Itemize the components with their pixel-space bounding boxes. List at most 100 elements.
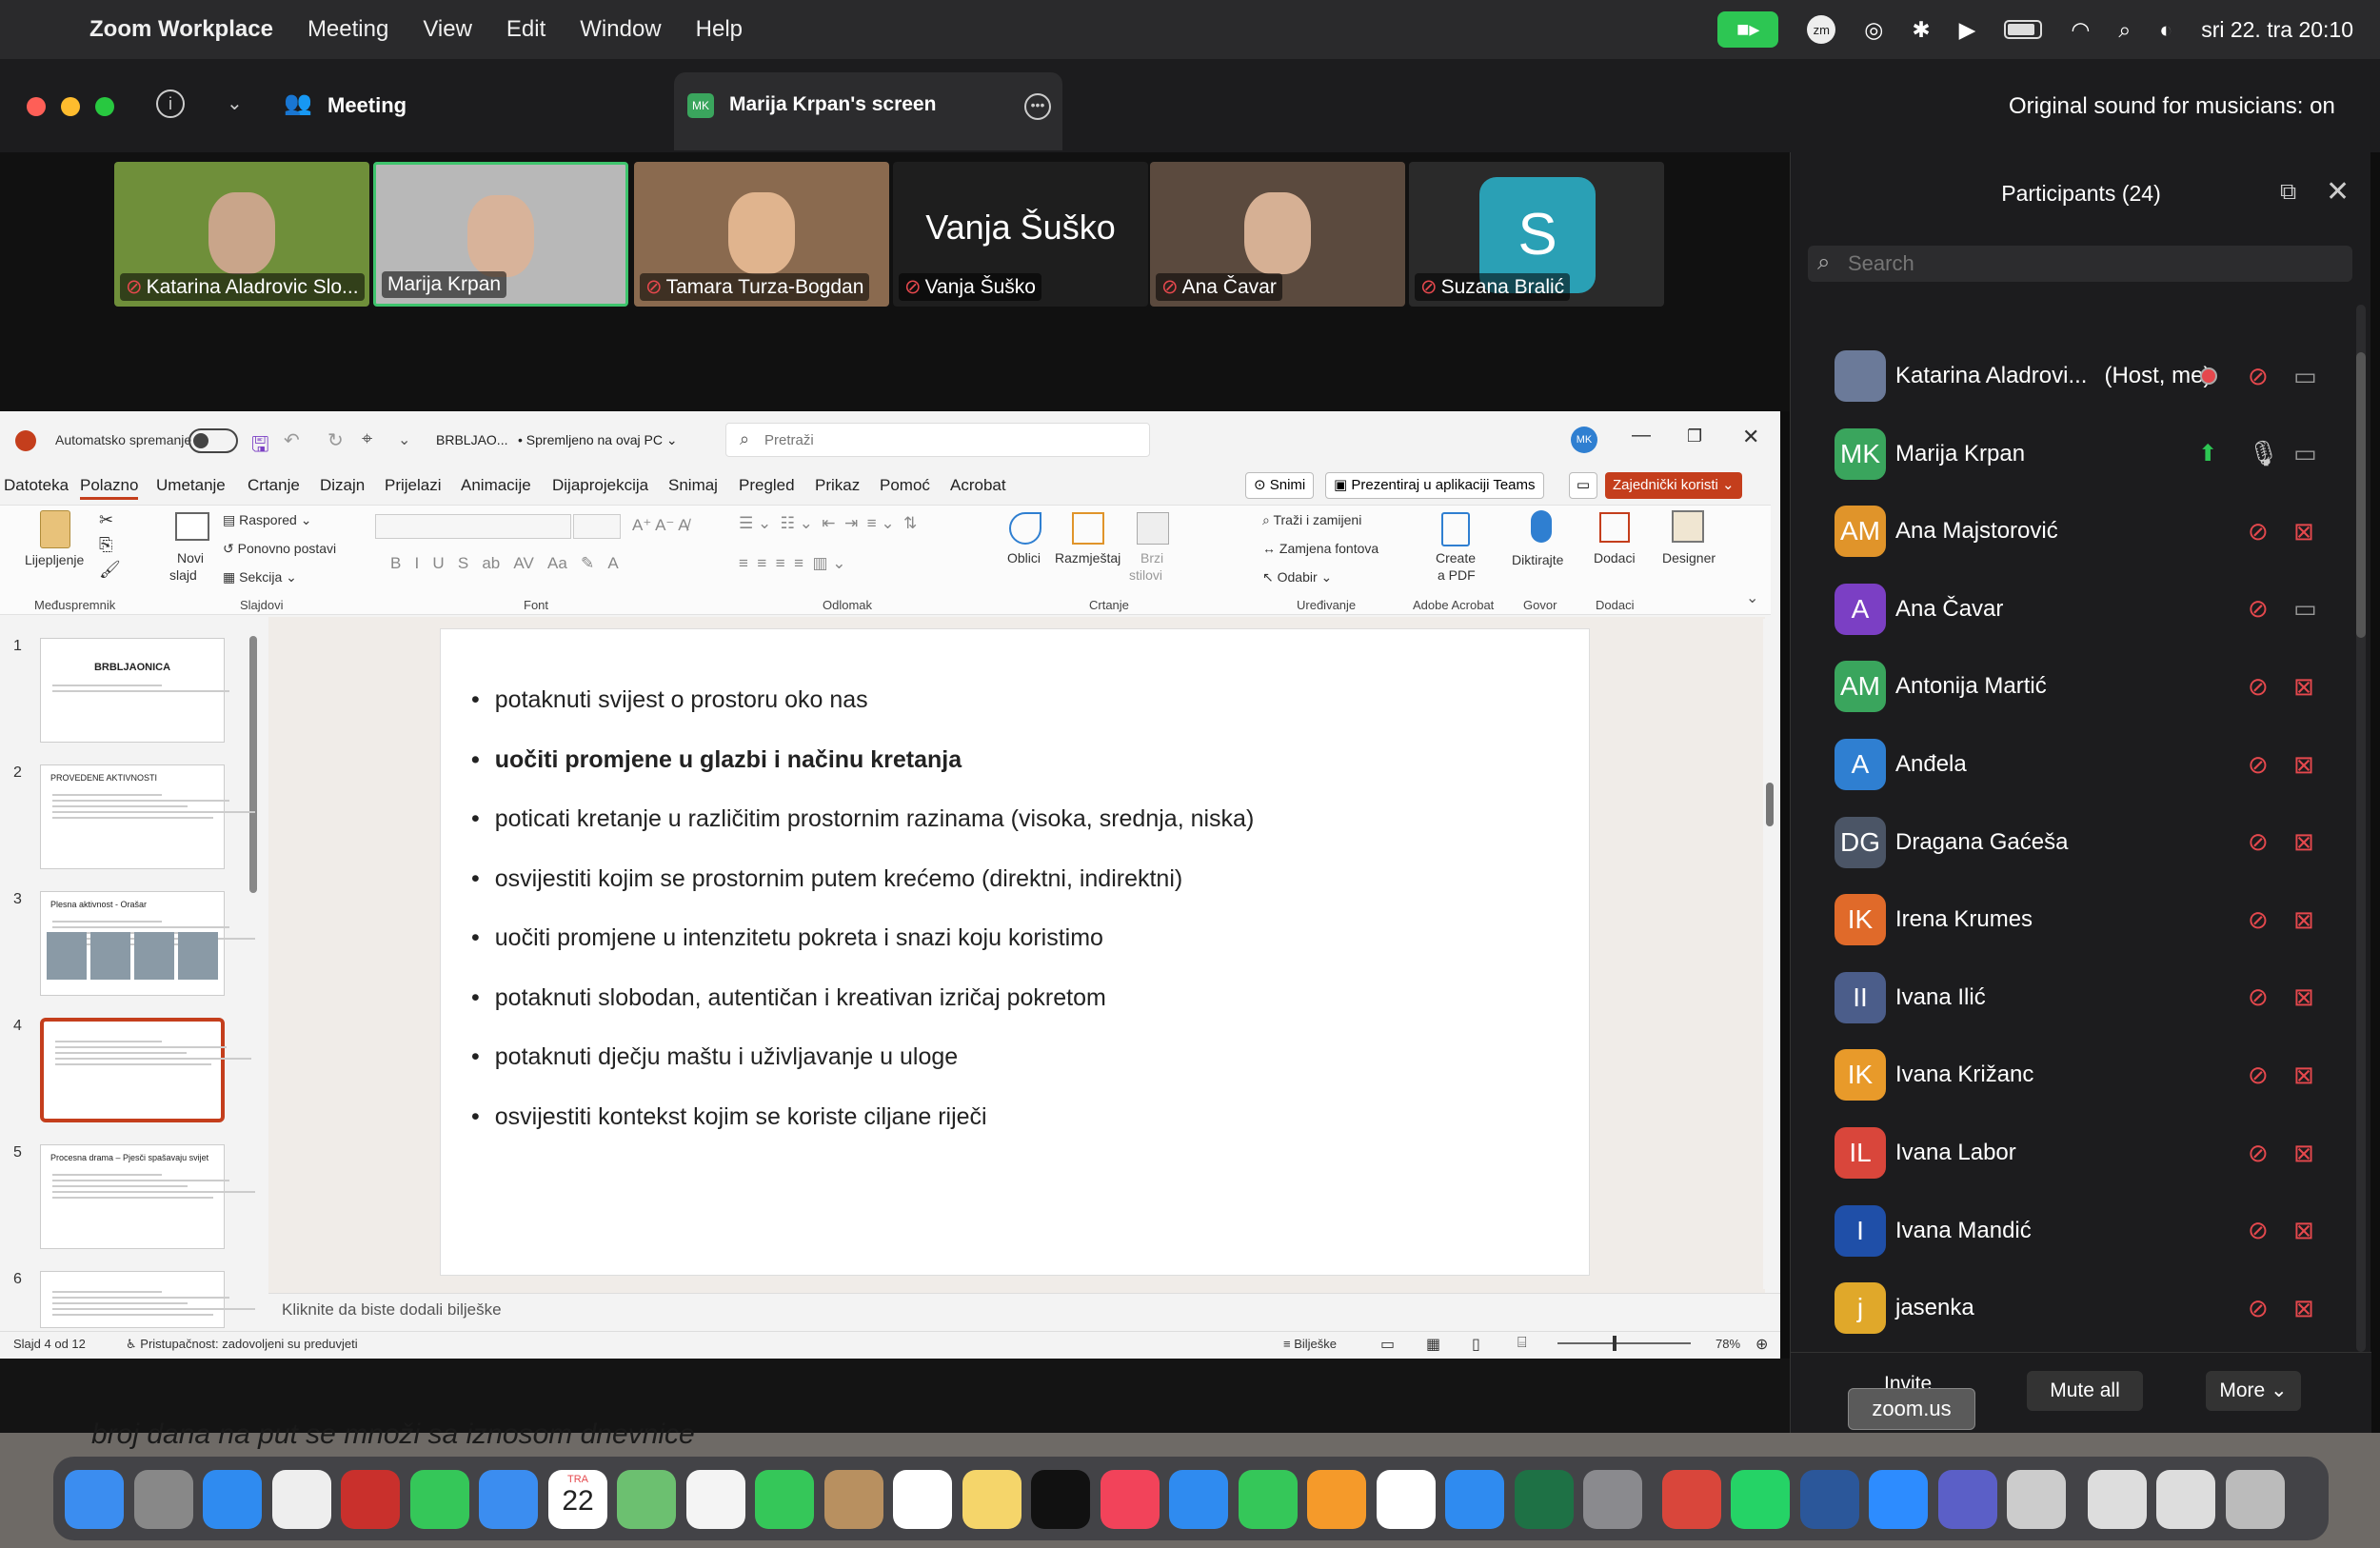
record-button[interactable]: ⊙ Snimi — [1245, 472, 1315, 499]
camera-off-icon[interactable]: ⊠ — [2293, 672, 2314, 702]
camera-off-icon[interactable]: ⊠ — [2293, 1061, 2314, 1090]
quick-styles-label-2[interactable]: stilovi — [1129, 567, 1162, 583]
participant-row[interactable]: j jasenka ⊘ ⊠ — [1791, 1269, 2371, 1347]
video-tile[interactable]: ⊘ Ana Čavar — [1150, 162, 1405, 307]
slide-bullet[interactable]: • osvijestiti kontekst kojim se koriste c… — [471, 1103, 987, 1131]
pop-out-icon[interactable]: ⧉ — [2280, 179, 2296, 206]
shapes-icon[interactable] — [1009, 512, 1041, 545]
slide-bullet[interactable]: • uočiti promjene u intenzitetu pokreta i… — [471, 924, 1103, 952]
info-icon[interactable]: i — [156, 89, 185, 118]
scrollbar[interactable] — [2356, 305, 2366, 1352]
create-pdf-icon[interactable] — [1441, 512, 1470, 546]
dock-music-icon[interactable] — [1100, 1470, 1160, 1529]
slide-sorter-icon[interactable]: ▦ — [1426, 1335, 1440, 1354]
dock-teams-icon[interactable] — [1937, 1470, 1997, 1529]
select-button[interactable]: ↖ Odabir ⌄ — [1262, 569, 1332, 585]
quick-styles-label[interactable]: Brzi — [1140, 550, 1163, 566]
format-painter-icon[interactable]: 🖌 — [99, 560, 121, 580]
copy-icon[interactable]: ⎘ — [99, 535, 112, 555]
find-replace-button[interactable]: ⌕ Traži i zamijeni — [1262, 512, 1361, 528]
dock-mail-icon[interactable] — [479, 1470, 538, 1529]
microphone-icon[interactable]: 🎙 — [2248, 439, 2279, 468]
font-size-box[interactable] — [573, 514, 621, 539]
slide-bullet[interactable]: • osvijestiti kojim se prostornim putem k… — [471, 865, 1182, 893]
undo-icon[interactable]: ↶ — [284, 428, 300, 452]
participant-search[interactable]: ⌕ — [1808, 246, 2352, 282]
battery-icon[interactable] — [2004, 20, 2043, 39]
menu-help[interactable]: Help — [696, 16, 743, 43]
paste-icon[interactable] — [40, 510, 70, 548]
slide-bullet[interactable]: • uočiti promjene u glazbi i načinu kreta… — [471, 746, 962, 774]
mute-all-button[interactable]: Mute all — [2027, 1371, 2143, 1411]
dock-calendar-icon[interactable]: TRA 22 — [548, 1470, 607, 1529]
new-slide-label-2[interactable]: slajd — [169, 567, 197, 583]
video-tile[interactable]: ⊘ Tamara Turza-Bogdan — [634, 162, 889, 307]
font-size-icons[interactable]: A⁺ A⁻ A̸ — [632, 516, 689, 535]
participant-row[interactable]: AM Antonija Martić ⊘ ⊠ — [1791, 647, 2371, 725]
tab-file[interactable]: Datoteka — [4, 476, 69, 495]
camera-icon[interactable]: ▭ — [2293, 362, 2317, 391]
cut-icon[interactable]: ✂ — [99, 510, 113, 530]
wifi-icon[interactable]: ◠ — [2071, 17, 2090, 43]
muted-mic-icon[interactable]: ⊘ — [2248, 1294, 2269, 1323]
quick-access-chevron-icon[interactable]: ⌄ — [398, 430, 410, 449]
zoom-percentage[interactable]: 78% — [1716, 1337, 1740, 1351]
slide-bullet[interactable]: • potaknuti dječju maštu i uživljavanje u… — [471, 1043, 958, 1071]
muted-mic-icon[interactable]: ⊘ — [2248, 905, 2269, 935]
notes-button[interactable]: ≡ Bilješke — [1283, 1337, 1337, 1351]
addins-icon[interactable] — [1599, 512, 1630, 543]
dock-apple-tv-icon[interactable] — [1031, 1470, 1090, 1529]
editor-scrollbar[interactable] — [1763, 619, 1776, 1289]
layout-button[interactable]: ▤ Raspored ⌄ — [223, 512, 311, 528]
menu-window[interactable]: Window — [580, 16, 661, 43]
participant-row[interactable]: A Ana Čavar ⊘ ▭ — [1791, 570, 2371, 648]
more-options-icon[interactable]: ••• — [1024, 93, 1051, 120]
dock-contacts-icon[interactable] — [823, 1470, 883, 1529]
slide-bullet[interactable]: • potaknuti slobodan, autentičan i kreati… — [471, 984, 1106, 1012]
close-window-icon[interactable] — [27, 97, 46, 116]
dock-photos-icon[interactable] — [685, 1470, 745, 1529]
dock-trash-icon[interactable] — [2225, 1470, 2285, 1529]
dock-word-icon[interactable] — [1799, 1470, 1859, 1529]
dock-documents-stack-icon[interactable] — [2156, 1470, 2215, 1529]
dock-folder-stack-icon[interactable] — [2087, 1470, 2147, 1529]
zm-icon[interactable]: zm — [1807, 15, 1836, 44]
maximize-window-icon[interactable] — [95, 97, 114, 116]
tab-design[interactable]: Dizajn — [320, 476, 365, 495]
menu-view[interactable]: View — [423, 16, 472, 43]
slide-thumbnail[interactable] — [40, 1271, 256, 1328]
dock-acrobat-icon[interactable] — [1661, 1470, 1721, 1529]
dock-pages-icon[interactable] — [1307, 1470, 1366, 1529]
tab-transitions[interactable]: Prijelazi — [385, 476, 442, 495]
dock-reminders-icon[interactable] — [893, 1470, 952, 1529]
ribbon-expand-chevron-icon[interactable]: ⌄ — [1746, 588, 1758, 607]
tab-record[interactable]: Snimaj — [668, 476, 718, 495]
dock-zoom-icon[interactable] — [1869, 1470, 1928, 1529]
microphone-icon[interactable] — [1531, 510, 1552, 543]
camera-off-icon[interactable]: ⊠ — [2293, 982, 2314, 1012]
dock-numbers-icon[interactable] — [1238, 1470, 1298, 1529]
tab-home[interactable]: Polazno — [80, 476, 139, 500]
participant-row[interactable]: II Ivana Ilić ⊘ ⊠ — [1791, 959, 2371, 1037]
participant-row[interactable]: IK Irena Krumes ⊘ ⊠ — [1791, 881, 2371, 959]
zoom-video-status-icon[interactable]: ■▸ — [1717, 11, 1779, 48]
slide-bullet[interactable]: • potaknuti svijest o prostoru oko nas — [471, 686, 868, 714]
puzzle-icon[interactable]: ✱ — [1912, 17, 1930, 43]
chevron-down-icon[interactable]: ⌄ — [227, 91, 243, 115]
new-slide-icon[interactable] — [175, 512, 209, 541]
thumbnails-scrollbar[interactable] — [249, 636, 257, 893]
dock-safari-icon[interactable] — [203, 1470, 262, 1529]
muted-mic-icon[interactable]: ⊘ — [2248, 362, 2269, 391]
muted-mic-icon[interactable]: ⊘ — [2248, 672, 2269, 702]
dock-launchpad-icon[interactable] — [133, 1470, 193, 1529]
more-button[interactable]: More ⌄ — [2206, 1371, 2301, 1411]
dock-finder-icon[interactable] — [65, 1470, 124, 1529]
tab-acrobat[interactable]: Acrobat — [950, 476, 1006, 495]
accessibility-status[interactable]: ♿ Pristupačnost: zadovoljeni su preduvje… — [126, 1337, 358, 1352]
dock-notes-icon[interactable] — [962, 1470, 1021, 1529]
designer-icon[interactable] — [1672, 510, 1704, 543]
tab-view[interactable]: Prikaz — [815, 476, 860, 495]
control-center-icon[interactable]: ◐ — [2159, 17, 2172, 43]
slideshow-icon[interactable]: ⌸ — [1517, 1335, 1527, 1352]
paste-button[interactable]: Lijepljenje — [25, 552, 84, 567]
